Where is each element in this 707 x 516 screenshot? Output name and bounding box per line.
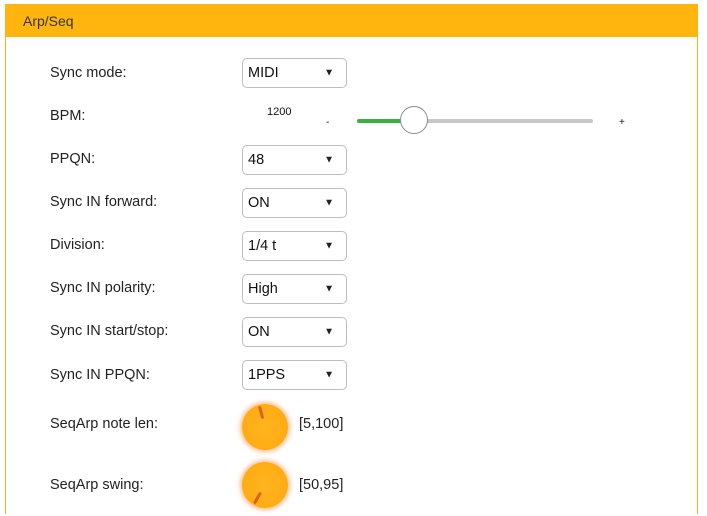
sync-in-ppqn-value: 1PPS bbox=[248, 367, 286, 383]
division-value: 1/4 t bbox=[248, 238, 277, 254]
sync-mode-label: Sync mode: bbox=[50, 65, 127, 81]
knob-indicator-icon bbox=[258, 406, 264, 419]
knob-indicator-icon bbox=[253, 492, 262, 504]
sync-mode-value: MIDI bbox=[248, 65, 279, 81]
division-label: Division: bbox=[50, 237, 105, 253]
ppqn-label: PPQN: bbox=[50, 151, 96, 167]
bpm-label: BPM: bbox=[50, 108, 86, 124]
sync-in-start-stop-select[interactable]: ON ▼ bbox=[242, 317, 347, 347]
bpm-slider[interactable] bbox=[357, 106, 593, 134]
chevron-down-icon: ▼ bbox=[324, 240, 334, 252]
sync-in-start-stop-value: ON bbox=[248, 324, 270, 340]
chevron-down-icon: ▼ bbox=[324, 67, 334, 79]
sync-in-forward-value: ON bbox=[248, 195, 270, 211]
sync-mode-select[interactable]: MIDI ▼ bbox=[242, 58, 347, 88]
ppqn-value: 48 bbox=[248, 152, 265, 168]
panel-title: Arp/Seq bbox=[23, 13, 74, 29]
bpm-decrease-button[interactable]: - bbox=[326, 117, 329, 128]
chevron-down-icon: ▼ bbox=[324, 197, 334, 209]
seqarp-note-len-label: SeqArp note len: bbox=[50, 416, 159, 432]
panel-header: Arp/Seq bbox=[6, 5, 697, 37]
chevron-down-icon: ▼ bbox=[324, 369, 334, 381]
sync-in-ppqn-label: Sync IN PPQN: bbox=[50, 367, 150, 383]
bpm-slider-thumb[interactable] bbox=[399, 106, 428, 134]
chevron-down-icon: ▼ bbox=[324, 326, 334, 338]
sync-in-polarity-value: High bbox=[248, 281, 278, 297]
sync-in-ppqn-select[interactable]: 1PPS ▼ bbox=[242, 360, 347, 390]
seqarp-swing-knob[interactable] bbox=[242, 462, 288, 508]
seqarp-note-len-knob[interactable] bbox=[242, 404, 288, 450]
chevron-down-icon: ▼ bbox=[324, 283, 334, 295]
chevron-down-icon: ▼ bbox=[324, 154, 334, 166]
sync-in-polarity-label: Sync IN polarity: bbox=[50, 280, 156, 296]
ppqn-select[interactable]: 48 ▼ bbox=[242, 145, 347, 175]
sync-in-forward-select[interactable]: ON ▼ bbox=[242, 188, 347, 218]
seqarp-swing-range: [50,95] bbox=[299, 477, 344, 493]
sync-in-start-stop-label: Sync IN start/stop: bbox=[50, 323, 169, 339]
bpm-value: 1200 bbox=[267, 106, 292, 118]
seqarp-swing-label: SeqArp swing: bbox=[50, 477, 144, 493]
seqarp-note-len-range: [5,100] bbox=[299, 416, 344, 432]
division-select[interactable]: 1/4 t ▼ bbox=[242, 231, 347, 261]
bpm-increase-button[interactable]: + bbox=[619, 117, 625, 128]
sync-in-forward-label: Sync IN forward: bbox=[50, 194, 158, 210]
sync-in-polarity-select[interactable]: High ▼ bbox=[242, 274, 347, 304]
